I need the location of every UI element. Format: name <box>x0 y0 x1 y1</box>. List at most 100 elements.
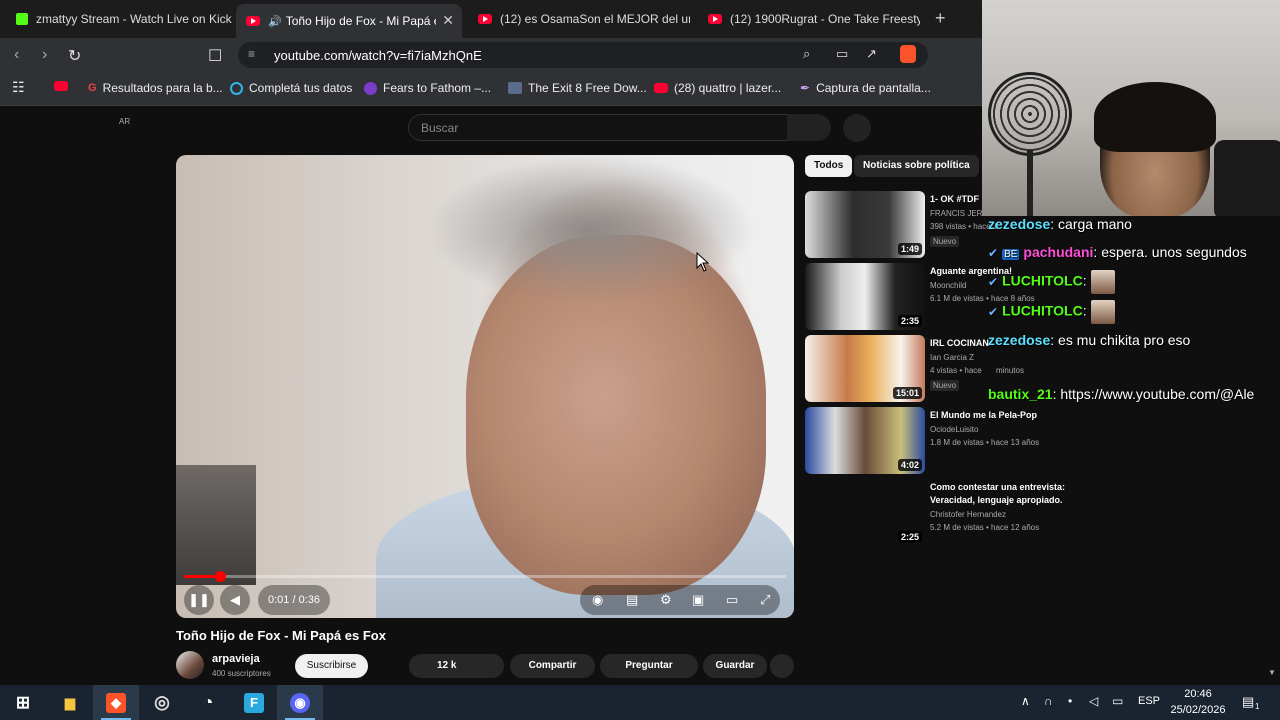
bookmark-fears-to-fathom[interactable]: Fears to Fathom –... <box>364 81 491 95</box>
pause-button[interactable]: ❚❚ <box>184 585 214 615</box>
tab-active-video[interactable]: 🔊 Toño Hijo de Fox - Mi Papá es ✕ <box>236 4 462 38</box>
autoplay-toggle-icon[interactable]: ◉ <box>592 592 603 608</box>
browser-tab-bar: zmattyy Stream - Watch Live on Kick 🔊 To… <box>0 0 982 38</box>
taskbar-f-app[interactable]: F <box>231 685 277 720</box>
windows-taskbar: ⊞ ▆ ◆ ◎ ◔ F ◉ ∧ ∩ • ◁ ▭ ESP 20:46 25/02/… <box>0 685 1280 720</box>
mouse-cursor-icon <box>696 252 710 272</box>
taskbar-clock-app[interactable]: ◔ <box>185 685 231 720</box>
start-button[interactable]: ⊞ <box>0 685 46 720</box>
language-indicator[interactable]: ESP <box>1138 695 1160 707</box>
brave-icon: ◆ <box>106 692 126 713</box>
video-thumbnail[interactable]: 2:25 <box>805 479 925 546</box>
channel-avatar[interactable] <box>176 651 204 679</box>
more-actions-button[interactable] <box>770 654 794 678</box>
cast-icon[interactable]: ▭ <box>836 46 848 62</box>
taskbar-brave[interactable]: ◆ <box>93 685 139 720</box>
windows-start-icon: ⊞ <box>15 692 31 712</box>
cast-icon[interactable]: ▭ <box>726 592 738 608</box>
video-duration: 15:01 <box>892 387 922 399</box>
video-duration: 1:49 <box>897 243 922 255</box>
video-player[interactable]: ❚❚ ◀ 0:01 / 0:36 ◉ ▤ ⚙ ▣ ▭ ⤢ <box>176 155 794 618</box>
obs-icon: ◎ <box>154 692 170 712</box>
microphone-icon[interactable]: • <box>1068 694 1072 708</box>
webcam-overlay <box>982 0 1280 216</box>
theater-mode-icon[interactable]: ▣ <box>692 592 704 608</box>
notifications-icon[interactable]: ▤ <box>1242 694 1254 710</box>
audio-playing-icon[interactable]: 🔊 <box>268 15 282 28</box>
bookmark-youtube[interactable] <box>54 81 74 91</box>
taskbar-discord[interactable]: ◉ <box>277 685 323 720</box>
chip-all[interactable]: Todos <box>805 155 853 177</box>
save-button[interactable]: Guardar <box>703 654 767 678</box>
url-text[interactable]: youtube.com/watch?v=fi7iaMzhQnE <box>274 48 482 63</box>
volume-icon[interactable]: ◁ <box>1089 694 1098 708</box>
bookmark-icon[interactable]: ☐ <box>208 46 222 66</box>
taskbar-clock[interactable]: 20:46 25/02/2026 <box>1168 686 1228 718</box>
chat-message: ✔ LUCHITOLC: <box>988 270 1115 294</box>
youtube-icon <box>246 16 260 26</box>
forward-icon[interactable]: › <box>42 46 47 64</box>
network-icon[interactable]: ▭ <box>1112 694 1123 708</box>
headset-icon[interactable]: ∩ <box>1044 694 1053 708</box>
close-tab-icon[interactable]: ✕ <box>442 12 454 29</box>
ask-button[interactable]: Preguntar <box>600 654 698 678</box>
chat-message: zezedose: carga mano <box>988 216 1132 232</box>
chat-username: zezedose <box>988 216 1051 232</box>
subscriber-count: 400 suscriptores <box>212 669 271 678</box>
f-app-icon: F <box>244 692 264 713</box>
taskbar-file-explorer[interactable]: ▆ <box>47 685 93 720</box>
mic-icon[interactable] <box>843 114 871 142</box>
youtube-icon <box>708 14 722 24</box>
brave-shields-icon[interactable] <box>900 45 916 63</box>
zoom-icon[interactable]: ⌕ <box>803 46 810 62</box>
bookmark-captura[interactable]: ✒ Captura de pantalla... <box>800 81 931 95</box>
streamer-hair <box>1094 82 1216 152</box>
chat-username: bautix_21 <box>988 386 1053 402</box>
back-icon[interactable]: ‹ <box>14 46 19 64</box>
subscribe-button[interactable]: Suscribirse <box>295 654 368 678</box>
bookmark-quattro[interactable]: (28) quattro | lazer... <box>654 81 781 95</box>
scroll-down-arrow-icon[interactable]: ▼ <box>1268 668 1276 677</box>
channel-name[interactable]: arpavieja <box>212 653 260 665</box>
search-button[interactable] <box>787 114 831 141</box>
bookmark-resultados[interactable]: G Resultados para la b... <box>88 81 223 95</box>
video-thumbnail[interactable]: 2:35 <box>805 263 925 330</box>
search-input[interactable]: Buscar <box>408 114 788 141</box>
chat-text: : espera. unos segundos <box>1093 244 1247 260</box>
address-bar[interactable]: ≡ youtube.com/watch?v=fi7iaMzhQnE ⌕ ▭ ↗ <box>238 42 928 68</box>
volume-button[interactable]: ◀ <box>220 585 250 615</box>
tab-label: zmattyy Stream - Watch Live on Kick <box>36 12 232 26</box>
tab-label: (12) es OsamaSon el MEJOR del unde <box>500 12 690 26</box>
search-placeholder: Buscar <box>421 121 459 135</box>
video-thumbnail[interactable]: 1:49 <box>805 191 925 258</box>
notification-count: 1 <box>1255 702 1260 711</box>
new-tab-button[interactable]: + <box>935 8 946 29</box>
video-thumbnail[interactable]: 4:02 <box>805 407 925 474</box>
chip-politics[interactable]: Noticias sobre política <box>854 155 979 177</box>
browser-toolbar: ‹ › ↻ ☐ ≡ youtube.com/watch?v=fi7iaMzhQn… <box>0 38 982 72</box>
reload-icon[interactable]: ↻ <box>68 46 81 66</box>
site-settings-icon[interactable]: ≡ <box>248 47 255 61</box>
like-button[interactable]: 12 k <box>409 654 504 678</box>
subtitles-icon[interactable]: ▤ <box>626 592 638 608</box>
share-icon[interactable]: ↗ <box>866 46 877 62</box>
bookmark-completa[interactable]: Completá tus datos <box>230 81 352 95</box>
taskbar-obs[interactable]: ◎ <box>139 685 185 720</box>
video-progress-bar[interactable] <box>184 571 786 582</box>
video-thumbnail[interactable]: 15:01 <box>805 335 925 402</box>
share-button[interactable]: Compartir <box>510 654 595 678</box>
bookmarks-bar: ☷ G Resultados para la b... Completá tus … <box>0 72 982 106</box>
feather-icon: ✒ <box>800 81 811 95</box>
tab-osamason[interactable]: (12) es OsamaSon el MEJOR del unde <box>468 4 692 34</box>
fullscreen-icon[interactable]: ⤢ <box>760 592 770 608</box>
youtube-icon <box>54 81 68 91</box>
tab-rugrat[interactable]: (12) 1900Rugrat - One Take Freestyle <box>698 4 924 34</box>
tray-overflow-icon[interactable]: ∧ <box>1021 694 1030 708</box>
settings-gear-icon[interactable]: ⚙ <box>660 592 672 608</box>
youtube-page: AR Buscar ❚❚ ◀ 0:01 / 0:36 ◉ ▤ ⚙ ▣ ▭ ⤢ T… <box>0 107 1065 685</box>
chat-emote-image <box>1090 300 1115 324</box>
apps-grid-icon[interactable]: ☷ <box>12 79 25 96</box>
tab-kick-stream[interactable]: zmattyy Stream - Watch Live on Kick <box>6 4 232 34</box>
player-controls-right: ◉ ▤ ⚙ ▣ ▭ ⤢ <box>580 585 780 615</box>
bookmark-exit8[interactable]: The Exit 8 Free Dow... <box>508 81 647 95</box>
